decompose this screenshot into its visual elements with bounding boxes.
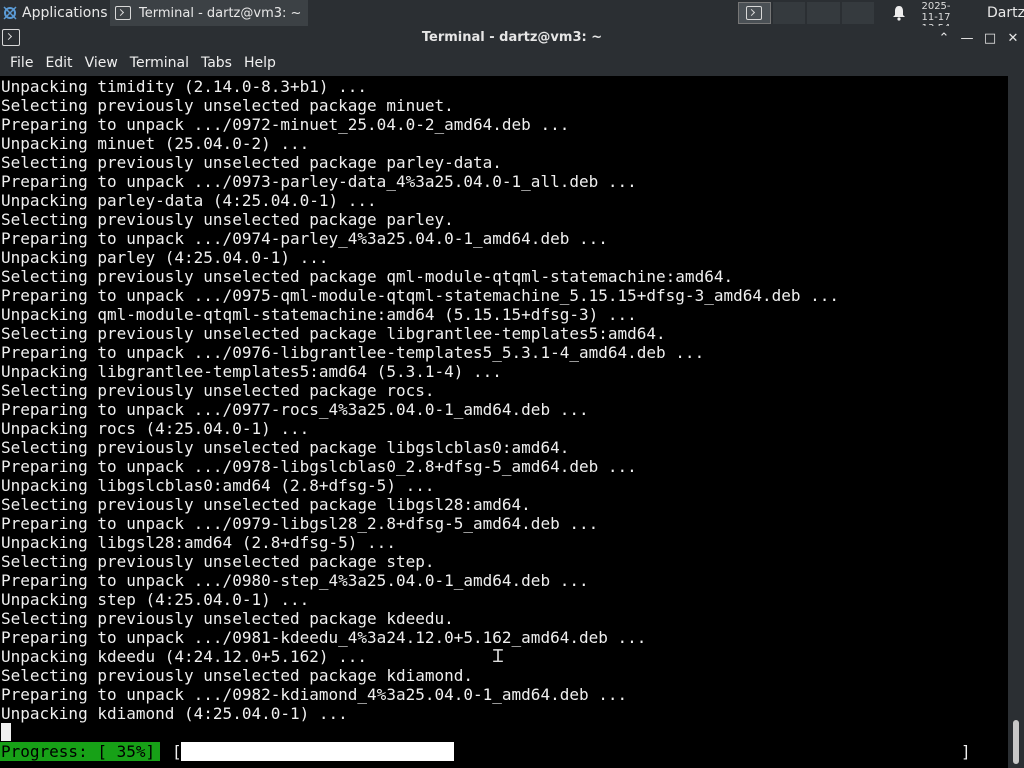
terminal-line: Unpacking step (4:25.04.0-1) ... — [1, 590, 310, 609]
terminal-line: Selecting previously unselected package … — [1, 210, 454, 229]
workspace-switcher[interactable] — [738, 2, 875, 24]
terminal-line: Preparing to unpack .../0980-step_4%3a25… — [1, 571, 589, 590]
terminal-line: Preparing to unpack .../0972-minuet_25.0… — [1, 115, 570, 134]
terminal-line: Selecting previously unselected package … — [1, 381, 435, 400]
top-panel: Applications Terminal - dartz@vm3: ~ 202… — [0, 0, 1024, 34]
clock[interactable]: 2025-11-17 13:54 — [914, 1, 958, 34]
user-menu[interactable]: Dartz — [987, 0, 1024, 26]
applications-icon — [3, 6, 17, 20]
terminal-line: Unpacking parley (4:25.04.0-1) ... — [1, 248, 329, 267]
maximize-button[interactable]: □ — [980, 28, 1000, 48]
terminal-line: Selecting previously unselected package … — [1, 324, 666, 343]
terminal-line: Selecting previously unselected package … — [1, 552, 435, 571]
workspace-1[interactable] — [738, 2, 771, 24]
text-cursor — [1, 723, 11, 741]
menu-view[interactable]: View — [79, 50, 124, 76]
terminal-line: Unpacking qml-module-qtqml-statemachine:… — [1, 305, 637, 324]
terminal-line: Selecting previously unselected package … — [1, 609, 454, 628]
terminal-icon — [746, 6, 763, 20]
terminal-line: Unpacking minuet (25.04.0-2) ... — [1, 134, 310, 153]
workspace-4[interactable] — [841, 2, 875, 24]
terminal-line: Preparing to unpack .../0974-parley_4%3a… — [1, 229, 608, 248]
notification-bell-icon[interactable] — [890, 3, 908, 23]
terminal-line: Selecting previously unselected package … — [1, 438, 570, 457]
terminal-output[interactable]: Unpacking timidity (2.14.0-8.3+b1) ... Se… — [0, 76, 1008, 768]
minimize-button[interactable]: — — [957, 28, 977, 48]
terminal-line: Preparing to unpack .../0981-kdeedu_4%3a… — [1, 628, 647, 647]
terminal-line: Unpacking parley-data (4:25.04.0-1) ... — [1, 191, 377, 210]
terminal-line: Selecting previously unselected package … — [1, 666, 474, 685]
terminal-line: Unpacking libgslcblas0:amd64 (2.8+dfsg-5… — [1, 476, 435, 495]
terminal-line: Preparing to unpack .../0978-libgslcblas… — [1, 457, 637, 476]
close-button[interactable]: ✕ — [1003, 28, 1023, 48]
terminal-lines: Unpacking timidity (2.14.0-8.3+b1) ... Se… — [1, 77, 839, 723]
progress-bracket-close: ] — [961, 742, 971, 761]
applications-label: Applications — [22, 5, 108, 21]
terminal-line: Unpacking kdeedu (4:24.12.0+5.162) ... — [1, 647, 368, 666]
menu-bar: File Edit View Terminal Tabs Help — [0, 50, 1024, 76]
terminal-line: Unpacking rocs (4:25.04.0-1) ... — [1, 419, 310, 438]
terminal-icon — [115, 6, 131, 20]
terminal-line: Preparing to unpack .../0976-libgrantlee… — [1, 343, 705, 362]
terminal-line: Preparing to unpack .../0973-parley-data… — [1, 172, 637, 191]
progress-line: Progress: [ 35%] [ ] — [0, 742, 1008, 761]
progress-label: Progress: [ 35%] — [0, 742, 160, 761]
ibeam-cursor-icon: Ɪ — [493, 646, 504, 667]
scrollbar-thumb[interactable] — [1013, 720, 1019, 764]
close-icon: ✕ — [1007, 30, 1019, 46]
chevron-up-icon: ⌃ — [938, 30, 950, 46]
terminal-scrollbar[interactable] — [1008, 76, 1024, 768]
shade-button[interactable]: ⌃ — [934, 28, 954, 48]
terminal-line: Preparing to unpack .../0975-qml-module-… — [1, 286, 840, 305]
menu-file[interactable]: File — [4, 50, 39, 76]
terminal-line: Selecting previously unselected package … — [1, 96, 454, 115]
taskbar-item-label: Terminal - dartz@vm3: ~ — [139, 5, 302, 21]
workspace-2[interactable] — [772, 2, 806, 24]
terminal-line: Unpacking libgsl28:amd64 (2.8+dfsg-5) ..… — [1, 533, 396, 552]
progress-bar-fill — [181, 742, 454, 761]
taskbar-item-terminal[interactable]: Terminal - dartz@vm3: ~ — [110, 0, 308, 26]
menu-tabs[interactable]: Tabs — [195, 50, 238, 76]
workspace-3[interactable] — [807, 2, 840, 24]
terminal-line: Preparing to unpack .../0979-libgsl28_2.… — [1, 514, 599, 533]
terminal-line: Unpacking kdiamond (4:25.04.0-1) ... — [1, 704, 348, 723]
terminal-line: Unpacking timidity (2.14.0-8.3+b1) ... — [1, 77, 368, 96]
maximize-icon: □ — [983, 30, 997, 46]
progress-bar — [181, 742, 961, 761]
window-titlebar[interactable]: Terminal - dartz@vm3: ~ ⌃ — □ ✕ — [0, 26, 1024, 50]
menu-terminal[interactable]: Terminal — [124, 50, 195, 76]
terminal-line: Selecting previously unselected package … — [1, 267, 734, 286]
menu-help[interactable]: Help — [238, 50, 282, 76]
window-title: Terminal - dartz@vm3: ~ — [421, 30, 603, 45]
terminal-line: Unpacking libgrantlee-templates5:amd64 (… — [1, 362, 502, 381]
menu-edit[interactable]: Edit — [39, 50, 78, 76]
terminal-line: Preparing to unpack .../0982-kdiamond_4%… — [1, 685, 628, 704]
clock-date: 2025-11-17 — [921, 1, 951, 23]
terminal-line: Preparing to unpack .../0977-rocs_4%3a25… — [1, 400, 589, 419]
terminal-line: Selecting previously unselected package … — [1, 153, 502, 172]
minimize-icon: — — [960, 30, 974, 46]
terminal-line: Selecting previously unselected package … — [1, 495, 531, 514]
applications-menu-button[interactable]: Applications — [0, 0, 108, 26]
